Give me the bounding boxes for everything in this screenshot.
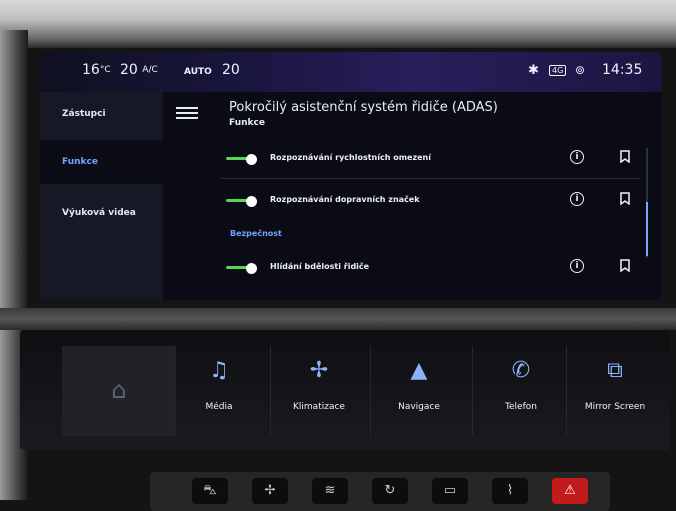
- seat-heating-icon[interactable]: ⌇: [492, 478, 528, 504]
- driver-attention-toggle[interactable]: [226, 263, 260, 274]
- bookmark-icon[interactable]: [620, 259, 630, 272]
- mirror-screen-button[interactable]: ⧉ Mirror Screen: [566, 346, 663, 436]
- sidebar-item-shortcuts[interactable]: Zástupci: [40, 92, 163, 136]
- bookmark-icon[interactable]: [620, 192, 630, 205]
- bluetooth-icon: ✱: [528, 63, 539, 78]
- windshield-defrost-icon[interactable]: ≋: [312, 478, 348, 504]
- shortcut-label: Mirror Screen: [584, 402, 646, 412]
- clock: 14:35: [602, 62, 643, 78]
- setting-label: Rozpoznávání rychlostních omezení: [270, 153, 431, 162]
- sidebar-item-tutorial-videos[interactable]: Výuková videa: [40, 191, 163, 235]
- fan-speed[interactable]: 20 A/C: [120, 62, 158, 78]
- location-icon: ⊚: [575, 63, 586, 77]
- media-button[interactable]: ♫ Média: [170, 346, 267, 436]
- divider: [220, 178, 640, 179]
- rear-defrost-icon[interactable]: ▭: [432, 478, 468, 504]
- setting-row-traffic-sign-recognition: Rozpoznávání dopravních značek i: [226, 188, 646, 214]
- phone-icon: ✆: [511, 358, 531, 383]
- info-icon[interactable]: i: [570, 259, 584, 273]
- shortcut-label: Navigace: [398, 402, 440, 412]
- home-button[interactable]: ⌂: [62, 346, 176, 436]
- navigation-arrow-icon: ▲: [410, 358, 428, 383]
- infotainment-screen: 16°C 20 A/C AUTO 20 ✱ 4G ⊚ 14:35 Zástupc…: [40, 52, 662, 300]
- traffic-sign-toggle[interactable]: [226, 196, 260, 207]
- dashboard-bezel-top: [0, 0, 676, 48]
- info-icon[interactable]: i: [570, 150, 584, 164]
- speed-limit-toggle[interactable]: [226, 154, 260, 165]
- temperature-right[interactable]: 20: [222, 62, 240, 78]
- info-icon[interactable]: i: [570, 192, 584, 206]
- navigation-button[interactable]: ▲ Navigace: [370, 346, 467, 436]
- home-icon: ⌂: [111, 376, 127, 404]
- mirror-screen-icon: ⧉: [607, 358, 623, 383]
- sidebar: Zástupci Funkce Výuková videa: [40, 92, 163, 300]
- setting-label: Hlídání bdělosti řidiče: [270, 262, 370, 271]
- shortcut-label: Telefon: [505, 402, 537, 412]
- bookmark-icon[interactable]: [620, 150, 630, 163]
- hazard-lights-icon[interactable]: ⚠: [552, 478, 588, 504]
- dashboard-trim: [0, 308, 676, 330]
- setting-row-speed-limit-recognition: Rozpoznávání rychlostních omezení i: [226, 146, 646, 172]
- phone-button[interactable]: ✆ Telefon: [472, 346, 569, 436]
- status-bar: 16°C 20 A/C AUTO 20 ✱ 4G ⊚ 14:35: [40, 52, 662, 92]
- network-status: 4G: [549, 65, 567, 76]
- scrollbar-thumb[interactable]: [646, 202, 648, 256]
- air-recirculation-icon[interactable]: ↻: [372, 478, 408, 504]
- setting-label: Rozpoznávání dopravních značek: [270, 195, 420, 204]
- shortcut-label: Média: [205, 402, 233, 412]
- auto-climate-label[interactable]: AUTO: [184, 67, 212, 77]
- page-title: Pokročilý asistenční systém řidiče (ADAS…: [229, 100, 498, 115]
- section-heading-safety: Bezpečnost: [230, 229, 282, 238]
- sidebar-item-functions[interactable]: Funkce: [40, 140, 163, 184]
- hamburger-menu-icon[interactable]: [176, 104, 198, 122]
- car-icon[interactable]: ⛍: [192, 478, 228, 504]
- climate-button[interactable]: ✢ Klimatizace: [270, 346, 367, 436]
- music-note-icon: ♫: [209, 358, 229, 383]
- fan-icon[interactable]: ✢: [252, 478, 288, 504]
- shortcut-label: Klimatizace: [293, 402, 345, 412]
- temperature-left[interactable]: 16°C: [82, 62, 111, 78]
- fan-icon: ✢: [309, 358, 329, 383]
- page-subtitle: Funkce: [229, 118, 265, 128]
- setting-row-driver-attention: Hlídání bdělosti řidiče i: [226, 255, 646, 281]
